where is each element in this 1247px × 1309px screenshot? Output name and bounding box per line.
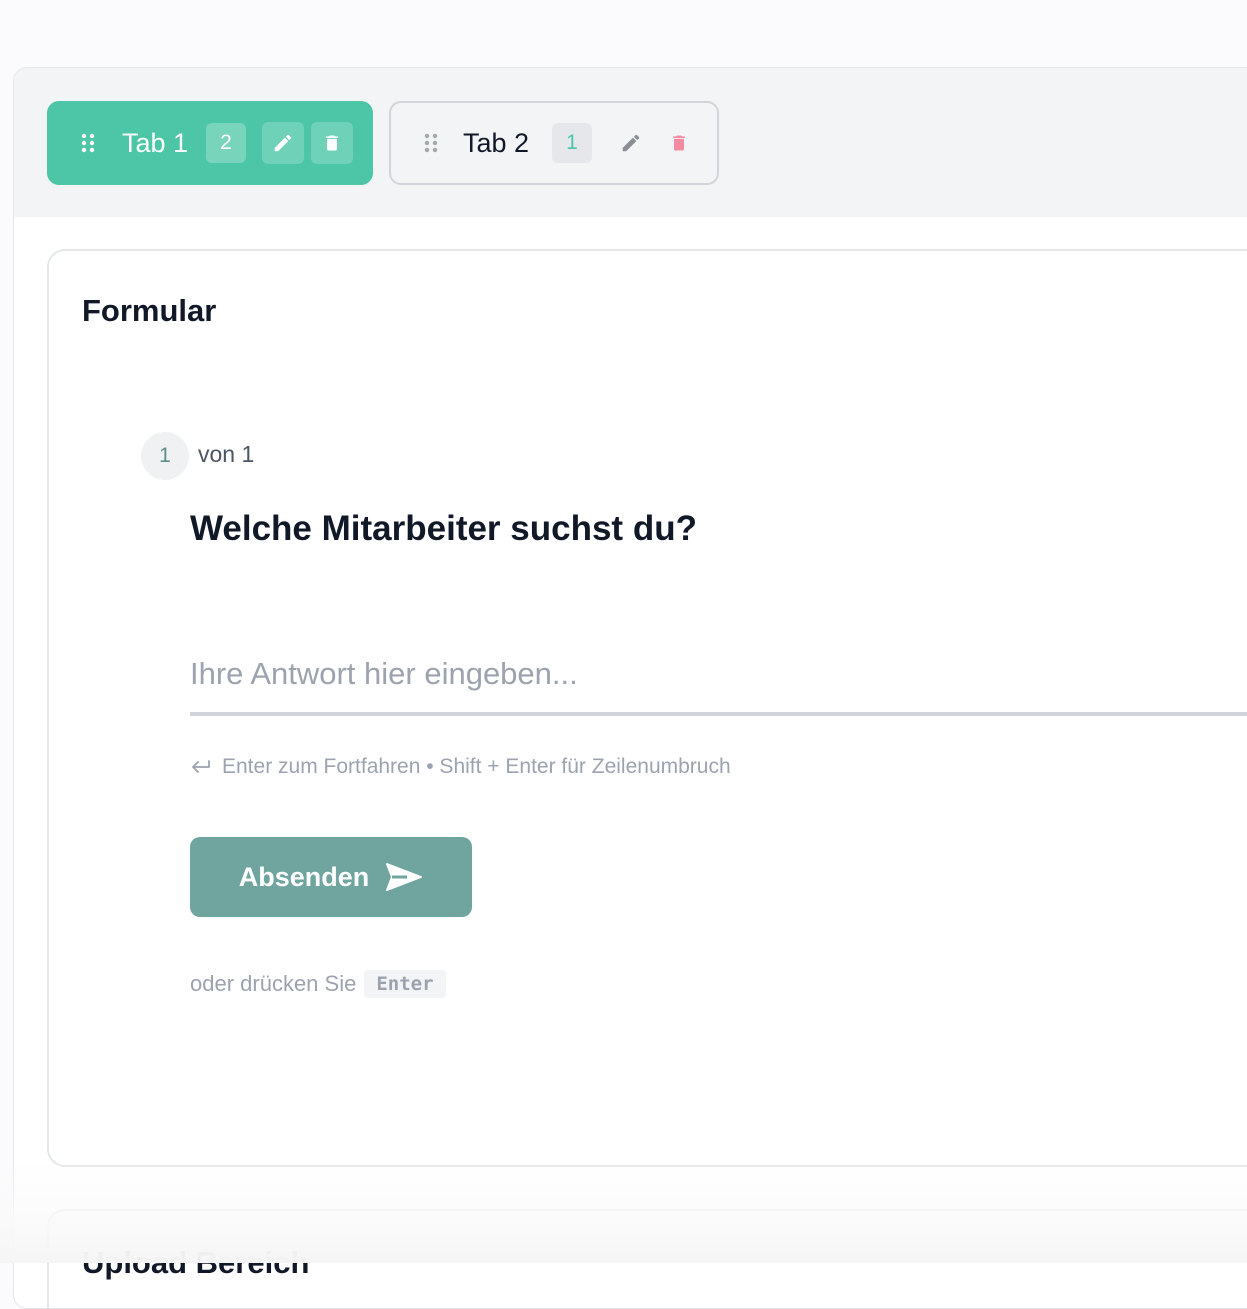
alt-submit-hint-text: oder drücken Sie xyxy=(190,971,357,996)
pencil-icon xyxy=(274,134,292,152)
pencil-icon xyxy=(622,134,640,152)
answer-input[interactable] xyxy=(190,636,1247,716)
tab-label: Tab 1 xyxy=(122,128,189,158)
tab-bar: Tab 1 2 Tab 2 1 xyxy=(14,68,1247,217)
edit-tab-button[interactable] xyxy=(262,122,304,164)
tab-count-badge: 1 xyxy=(552,123,592,163)
question-text: Welche Mitarbeiter suchst du? xyxy=(190,509,697,548)
alt-submit-hint: oder drücken Sie Enter xyxy=(190,970,446,998)
drag-handle-icon[interactable] xyxy=(81,133,95,153)
tab-count-badge: 2 xyxy=(206,123,246,163)
submit-button-label: Absenden xyxy=(238,861,370,892)
step-number: 1 xyxy=(141,432,189,480)
keyboard-hint: Enter zum Fortfahren • Shift + Enter für… xyxy=(190,755,731,779)
drag-handle-icon[interactable] xyxy=(424,133,438,153)
submit-button[interactable]: Absenden xyxy=(190,837,472,917)
trash-icon xyxy=(326,135,338,151)
form-card: Formular 1 von 1 Welche Mitarbeiter such… xyxy=(47,249,1247,1167)
keyboard-hint-text: Enter zum Fortfahren • Shift + Enter für… xyxy=(222,755,731,778)
tab-label: Tab 2 xyxy=(463,128,530,158)
upload-section-card: Upload Bereich xyxy=(47,1209,1247,1308)
tab-1[interactable]: Tab 1 2 xyxy=(47,101,373,185)
form-title: Formular xyxy=(82,293,217,328)
send-icon xyxy=(386,863,423,891)
tab-2[interactable]: Tab 2 1 xyxy=(389,101,719,185)
enter-arrow-icon xyxy=(192,760,210,773)
edit-tab-button[interactable] xyxy=(610,122,652,164)
enter-key-badge: Enter xyxy=(364,970,446,998)
upload-section-title: Upload Bereich xyxy=(82,1245,310,1280)
delete-tab-button[interactable] xyxy=(658,122,700,164)
app-frame: Tab 1 2 Tab 2 1 Formular 1 von 1 Welche … xyxy=(13,67,1247,1309)
step-total: von 1 xyxy=(198,441,255,467)
trash-icon xyxy=(673,135,685,151)
delete-tab-button[interactable] xyxy=(311,122,353,164)
